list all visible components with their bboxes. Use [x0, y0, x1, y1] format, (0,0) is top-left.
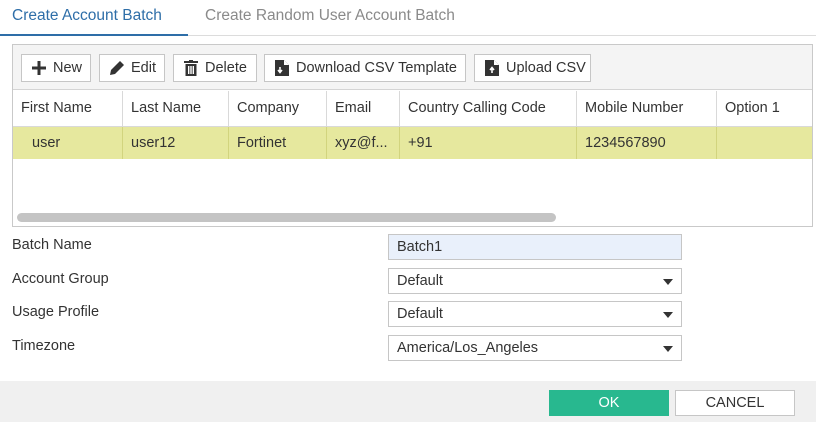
cell-option-1	[717, 127, 812, 159]
upload-csv-label: Upload CSV	[506, 60, 586, 76]
column-header-country-calling-code[interactable]: Country Calling Code	[400, 91, 577, 127]
caret-down-icon	[663, 312, 673, 318]
batch-name-input[interactable]	[388, 234, 682, 260]
cell-company: Fortinet	[229, 127, 327, 159]
upload-csv-button[interactable]: Upload CSV	[474, 54, 591, 82]
cell-first-name: user	[13, 127, 123, 159]
edit-button-label: Edit	[131, 60, 156, 76]
horizontal-scrollbar[interactable]	[17, 213, 556, 222]
file-download-icon	[274, 60, 290, 76]
usage-profile-row: Usage Profile Default	[0, 299, 816, 327]
new-button[interactable]: New	[21, 54, 91, 82]
plus-icon	[31, 60, 47, 76]
tab-bar: Create Account Batch Create Random User …	[0, 0, 816, 36]
table-row[interactable]: user user12 Fortinet xyz@f... +91 123456…	[13, 127, 812, 159]
account-grid: New Edit Delete Download CSV Template Up…	[12, 44, 813, 227]
column-header-last-name[interactable]: Last Name	[123, 91, 229, 127]
column-header-option-1[interactable]: Option 1	[717, 91, 812, 127]
trash-icon	[183, 60, 199, 76]
grid-toolbar: New Edit Delete Download CSV Template Up…	[13, 45, 812, 90]
timezone-label: Timezone	[12, 338, 76, 354]
column-header-company[interactable]: Company	[229, 91, 327, 127]
ok-button[interactable]: OK	[549, 390, 669, 416]
timezone-select[interactable]: America/Los_Angeles	[388, 335, 682, 361]
batch-name-label: Batch Name	[12, 237, 92, 253]
delete-button-label: Delete	[205, 60, 247, 76]
account-group-label: Account Group	[12, 271, 109, 287]
cell-country-calling-code: +91	[400, 127, 577, 159]
usage-profile-value: Default	[397, 306, 443, 322]
file-upload-icon	[484, 60, 500, 76]
delete-button[interactable]: Delete	[173, 54, 257, 82]
cancel-button[interactable]: CANCEL	[675, 390, 795, 416]
dialog-footer: OK CANCEL	[0, 381, 816, 422]
table-header: First Name Last Name Company Email Count…	[13, 91, 812, 127]
download-csv-template-button[interactable]: Download CSV Template	[264, 54, 466, 82]
timezone-row: Timezone America/Los_Angeles	[0, 333, 816, 361]
cell-mobile-number: 1234567890	[577, 127, 717, 159]
column-header-first-name[interactable]: First Name	[13, 91, 123, 127]
caret-down-icon	[663, 346, 673, 352]
timezone-value: America/Los_Angeles	[397, 340, 539, 356]
column-header-mobile-number[interactable]: Mobile Number	[577, 91, 717, 127]
tab-create-account-batch[interactable]: Create Account Batch	[0, 0, 188, 36]
account-group-value: Default	[397, 273, 443, 289]
cell-last-name: user12	[123, 127, 229, 159]
tab-create-random-user-account-batch[interactable]: Create Random User Account Batch	[205, 0, 455, 36]
pencil-icon	[109, 60, 125, 76]
new-button-label: New	[53, 60, 83, 76]
batch-name-row: Batch Name	[0, 232, 816, 260]
edit-button[interactable]: Edit	[99, 54, 165, 82]
caret-down-icon	[663, 279, 673, 285]
usage-profile-label: Usage Profile	[12, 304, 100, 320]
cell-email: xyz@f...	[327, 127, 400, 159]
column-header-email[interactable]: Email	[327, 91, 400, 127]
account-group-select[interactable]: Default	[388, 268, 682, 294]
download-csv-template-label: Download CSV Template	[296, 60, 457, 76]
account-group-row: Account Group Default	[0, 266, 816, 294]
usage-profile-select[interactable]: Default	[388, 301, 682, 327]
